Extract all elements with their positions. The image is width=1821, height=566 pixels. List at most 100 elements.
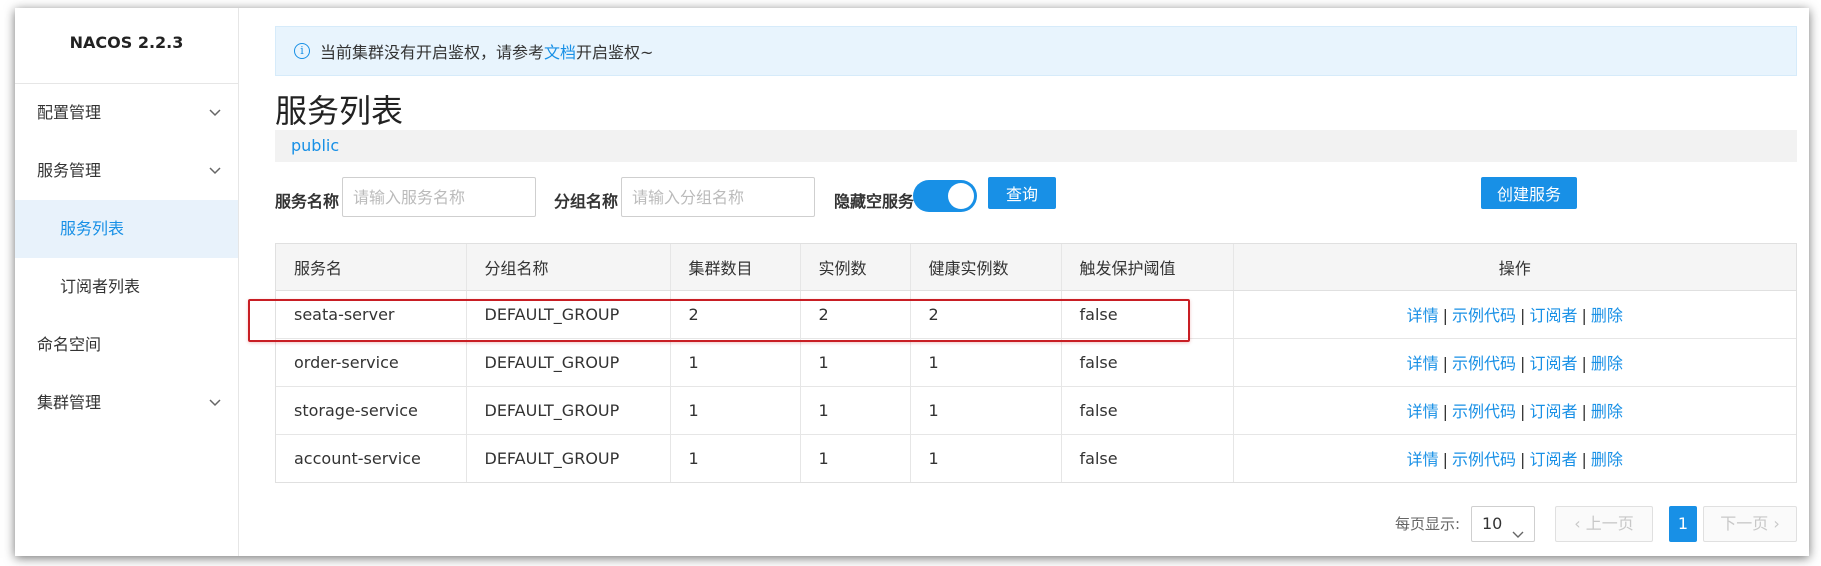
group-name-label: 分组名称 [554, 192, 619, 211]
prev-page-button[interactable]: ‹ 上一页 [1555, 506, 1653, 542]
cell-group-name: DEFAULT_GROUP [466, 385, 671, 434]
sidebar-item-subscribers[interactable]: 订阅者列表 [15, 258, 238, 316]
sample-code-link[interactable]: 示例代码 [1452, 450, 1516, 469]
page-title: 服务列表 [275, 92, 404, 130]
sidebar-item-namespace[interactable]: 命名空间 [15, 316, 238, 374]
separator: | [1520, 450, 1526, 470]
separator: | [1581, 306, 1587, 325]
filter-bar: 服务名称 分组名称 隐藏空服务 查询 创建服务 [275, 177, 1797, 221]
page-number-current[interactable]: 1 [1669, 506, 1697, 542]
chevron-down-icon [208, 106, 222, 120]
col-instance-count: 实例数 [800, 244, 911, 291]
chevron-down-icon [1512, 519, 1524, 553]
namespace-public[interactable]: public [291, 136, 339, 155]
info-icon: i [294, 43, 310, 59]
group-name-input[interactable] [621, 177, 815, 217]
cell-instance-count: 2 [800, 289, 911, 338]
col-cluster-count: 集群数目 [670, 244, 801, 291]
brand-title: NACOS 2.2.3 [15, 8, 238, 84]
col-service-name: 服务名 [276, 244, 467, 291]
cell-group-name: DEFAULT_GROUP [466, 433, 671, 482]
table-row: account-service DEFAULT_GROUP 1 1 1 fals… [276, 433, 1796, 482]
cell-healthy-count: 1 [910, 433, 1062, 482]
sample-code-link[interactable]: 示例代码 [1452, 306, 1516, 325]
sidebar: NACOS 2.2.3 配置管理 服务管理 服务列表 订阅者列表 命名空间 集群… [15, 8, 239, 556]
subscribers-link[interactable]: 订阅者 [1529, 354, 1577, 373]
cell-healthy-count: 1 [910, 385, 1062, 434]
service-table: 服务名 分组名称 集群数目 实例数 健康实例数 触发保护阈值 操作 seata-… [275, 243, 1797, 483]
cell-actions: 详情 | 示例代码 | 订阅者 | 删除 [1233, 337, 1796, 386]
detail-link[interactable]: 详情 [1407, 306, 1439, 325]
cell-service-name: account-service [276, 433, 467, 482]
table-row: order-service DEFAULT_GROUP 1 1 1 false … [276, 337, 1796, 386]
detail-link[interactable]: 详情 [1407, 402, 1439, 421]
cell-actions: 详情 | 示例代码 | 订阅者 | 删除 [1233, 385, 1796, 434]
cell-instance-count: 1 [800, 337, 911, 386]
separator: | [1442, 354, 1449, 373]
separator: | [1442, 306, 1449, 325]
delete-link[interactable]: 删除 [1591, 354, 1623, 373]
cell-actions: 详情 | 示例代码 | 订阅者 | 删除 [1233, 289, 1796, 338]
sidebar-item-cluster[interactable]: 集群管理 [15, 374, 238, 432]
separator: | [1442, 450, 1449, 470]
page-size-select[interactable]: 10 [1471, 506, 1535, 542]
sidebar-item-label: 命名空间 [37, 335, 102, 354]
separator: | [1520, 306, 1526, 325]
prev-page-label: 上一页 [1585, 514, 1634, 533]
next-page-button[interactable]: 下一页 › [1703, 506, 1797, 542]
sidebar-item-service-mgmt[interactable]: 服务管理 [15, 142, 238, 200]
service-name-input[interactable] [342, 177, 536, 217]
subscribers-link[interactable]: 订阅者 [1529, 402, 1577, 421]
cell-cluster-count: 2 [670, 289, 801, 338]
cell-group-name: DEFAULT_GROUP [466, 337, 671, 386]
app-window: NACOS 2.2.3 配置管理 服务管理 服务列表 订阅者列表 命名空间 集群… [15, 8, 1809, 556]
table-header-row: 服务名 分组名称 集群数目 实例数 健康实例数 触发保护阈值 操作 [276, 244, 1796, 291]
subscribers-link[interactable]: 订阅者 [1529, 306, 1577, 325]
main-content: i 当前集群没有开启鉴权，请参考 文档 开启鉴权~ 服务列表 public 服务… [239, 8, 1809, 556]
delete-link[interactable]: 删除 [1591, 450, 1623, 469]
docs-link[interactable]: 文档 [544, 39, 576, 63]
cell-actions: 详情 | 示例代码 | 订阅者 | 删除 [1233, 433, 1796, 482]
sidebar-item-label: 集群管理 [37, 393, 102, 412]
sidebar-item-label: 订阅者列表 [60, 277, 141, 296]
cell-protect-threshold: false [1061, 385, 1234, 434]
cell-service-name: order-service [276, 337, 467, 386]
auth-alert: i 当前集群没有开启鉴权，请参考 文档 开启鉴权~ [275, 26, 1797, 76]
delete-link[interactable]: 删除 [1591, 402, 1623, 421]
delete-link[interactable]: 删除 [1591, 306, 1623, 325]
cell-healthy-count: 1 [910, 337, 1062, 386]
cell-protect-threshold: false [1061, 289, 1234, 338]
service-name-label: 服务名称 [275, 192, 340, 211]
page-size-value: 10 [1482, 514, 1503, 533]
query-button[interactable]: 查询 [988, 177, 1056, 209]
hide-empty-toggle[interactable] [913, 180, 977, 212]
chevron-down-icon [208, 396, 222, 410]
cell-protect-threshold: false [1061, 433, 1234, 482]
cell-healthy-count: 2 [910, 289, 1062, 338]
separator: | [1581, 402, 1587, 421]
sample-code-link[interactable]: 示例代码 [1452, 402, 1516, 421]
sidebar-item-service-list[interactable]: 服务列表 [15, 200, 238, 258]
col-group-name: 分组名称 [466, 244, 671, 291]
detail-link[interactable]: 详情 [1407, 450, 1439, 469]
sidebar-item-config[interactable]: 配置管理 [15, 84, 238, 142]
hide-empty-label: 隐藏空服务 [834, 192, 915, 211]
subscribers-link[interactable]: 订阅者 [1529, 450, 1577, 469]
next-page-label: 下一页 [1720, 514, 1769, 533]
table-row: storage-service DEFAULT_GROUP 1 1 1 fals… [276, 385, 1796, 434]
create-service-button[interactable]: 创建服务 [1481, 177, 1577, 209]
sample-code-link[interactable]: 示例代码 [1452, 354, 1516, 373]
separator: | [1581, 450, 1587, 470]
cell-service-name: seata-server [276, 289, 467, 338]
separator: | [1520, 402, 1526, 421]
cell-group-name: DEFAULT_GROUP [466, 289, 671, 338]
col-healthy-count: 健康实例数 [910, 244, 1062, 291]
chevron-left-icon: ‹ [1574, 514, 1581, 533]
cell-protect-threshold: false [1061, 337, 1234, 386]
cell-instance-count: 1 [800, 385, 911, 434]
cell-service-name: storage-service [276, 385, 467, 434]
cell-cluster-count: 1 [670, 433, 801, 482]
toggle-knob [948, 183, 974, 209]
detail-link[interactable]: 详情 [1407, 354, 1439, 373]
alert-text: 当前集群没有开启鉴权，请参考 [320, 43, 545, 62]
